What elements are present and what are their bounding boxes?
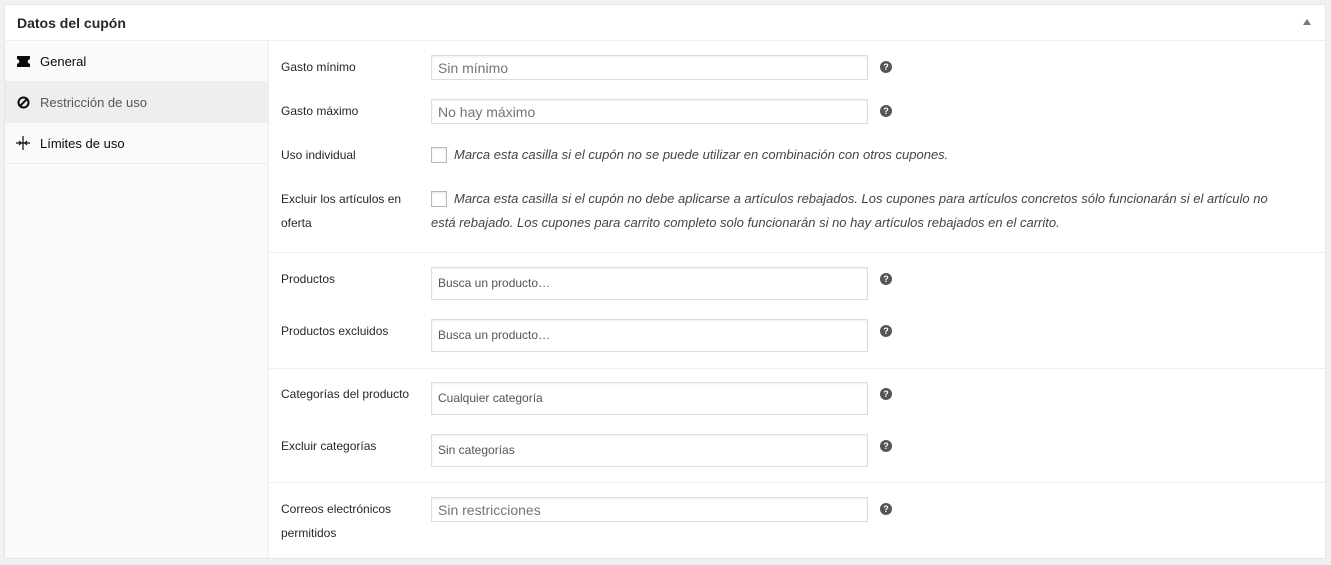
tab-label: General <box>40 53 87 69</box>
allowed-emails-label-line1: Correos electrónicos <box>281 502 392 516</box>
help-icon[interactable]: ? <box>880 503 892 515</box>
ticket-icon <box>16 54 30 68</box>
products-label: Productos <box>281 272 336 286</box>
individual-use-label: Uso individual <box>281 148 356 162</box>
individual-use-description: Marca esta casilla si el cupón no se pue… <box>454 147 949 162</box>
help-icon[interactable]: ? <box>880 61 892 73</box>
allowed-emails-label-line2: permitidos <box>281 526 337 540</box>
products-search-select[interactable]: Busca un producto… <box>431 267 868 300</box>
spend-options-group: Gasto mínimo ? Gasto máximo ? Uso indivi… <box>269 41 1325 253</box>
exclude-categories-select[interactable]: Sin categorías <box>431 434 868 467</box>
exclude-sale-items-label-line1: Excluir los artículos en <box>281 192 402 206</box>
maximum-spend-label: Gasto máximo <box>281 104 359 118</box>
exclude-categories-label: Excluir categorías <box>281 439 377 453</box>
exclude-products-label: Productos excluidos <box>281 324 389 338</box>
coupon-tabs-sidebar: General Restricción de uso Límites de us… <box>5 41 269 558</box>
minimum-spend-input[interactable] <box>431 55 868 80</box>
panel-header: Datos del cupón <box>5 5 1325 41</box>
usage-restriction-panel: Gasto mínimo ? Gasto máximo ? Uso indivi… <box>269 41 1325 558</box>
product-categories-label: Categorías del producto <box>281 387 410 401</box>
limits-icon <box>16 136 30 150</box>
exclude-sale-items-description-line1: Marca esta casilla si el cupón no debe a… <box>454 191 1268 206</box>
tab-usage-restriction[interactable]: Restricción de uso <box>5 82 268 123</box>
maximum-spend-input[interactable] <box>431 99 868 124</box>
collapse-toggle-icon[interactable] <box>1303 19 1311 25</box>
help-icon[interactable]: ? <box>880 388 892 400</box>
help-icon[interactable]: ? <box>880 325 892 337</box>
categories-group: Categorías del producto Cualquier catego… <box>269 368 1325 483</box>
minimum-spend-label: Gasto mínimo <box>281 60 356 74</box>
tab-usage-limits[interactable]: Límites de uso <box>5 123 268 164</box>
tab-label: Restricción de uso <box>40 94 147 110</box>
individual-use-checkbox[interactable] <box>431 147 447 163</box>
panel-title: Datos del cupón <box>17 15 126 31</box>
product-categories-select[interactable]: Cualquier categoría <box>431 382 868 415</box>
exclude-products-search-select[interactable]: Busca un producto… <box>431 319 868 352</box>
help-icon[interactable]: ? <box>880 440 892 452</box>
exclude-sale-items-checkbox[interactable] <box>431 191 447 207</box>
products-group: Productos Busca un producto… ? Productos… <box>269 252 1325 369</box>
coupon-data-panel: Datos del cupón General Restricción de u… <box>4 4 1326 559</box>
tab-general[interactable]: General <box>5 41 268 82</box>
help-icon[interactable]: ? <box>880 105 892 117</box>
exclude-sale-items-label-line2: oferta <box>281 216 312 230</box>
block-icon <box>16 95 30 109</box>
help-icon[interactable]: ? <box>880 273 892 285</box>
exclude-sale-items-description-line2: está rebajado. Los cupones para carrito … <box>431 215 1060 230</box>
emails-group: Correos electrónicos permitidos ? <box>269 482 1325 559</box>
allowed-emails-input[interactable] <box>431 497 868 522</box>
tab-label: Límites de uso <box>40 135 125 151</box>
